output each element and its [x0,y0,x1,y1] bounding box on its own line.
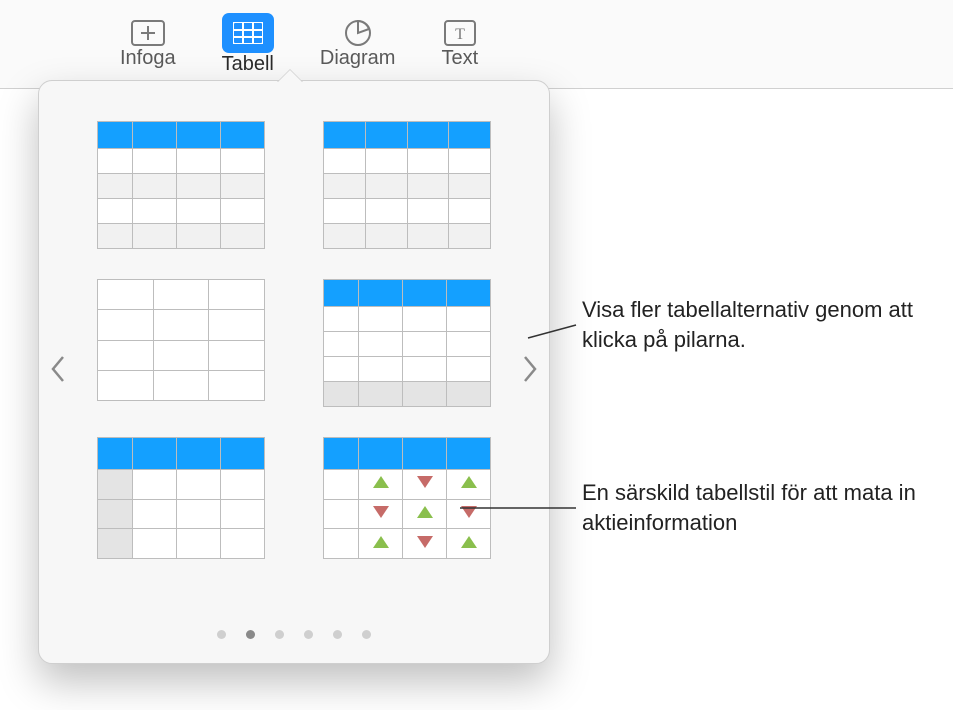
stock-down-icon [373,506,389,518]
stock-down-icon [417,536,433,548]
table-icon [222,13,274,53]
table-style-grid [97,121,491,559]
page-dot-6[interactable] [362,630,371,639]
svg-text:T: T [455,26,465,43]
stock-up-icon [461,536,477,548]
tool-chart-label: Diagram [320,47,396,70]
callout-stock: En särskild tabellstil för att mata in a… [582,478,932,537]
table-style-header-grayblocks[interactable] [97,437,265,559]
tool-table-label: Tabell [222,53,274,76]
stock-up-icon [417,506,433,518]
tool-text[interactable]: T Text [441,19,478,70]
page-dot-3[interactable] [275,630,284,639]
page-dot-5[interactable] [333,630,342,639]
table-style-popover [38,80,550,664]
prev-page-arrow[interactable] [45,352,71,392]
tool-chart[interactable]: Diagram [320,19,396,70]
chart-icon [340,19,376,47]
stock-up-icon [461,476,477,488]
page-dot-2[interactable] [246,630,255,639]
table-style-plain[interactable] [97,279,265,401]
insert-icon [130,19,166,47]
tool-insert-label: Infoga [120,47,176,70]
text-icon: T [442,19,478,47]
chevron-left-icon [50,355,66,390]
stock-up-icon [373,536,389,548]
table-style-header-firstcol-footer[interactable] [323,279,491,401]
tool-table[interactable]: Tabell [222,13,274,76]
tool-insert[interactable]: Infoga [120,19,176,70]
stock-down-icon [417,476,433,488]
table-style-stock[interactable] [323,437,491,559]
page-dot-4[interactable] [304,630,313,639]
tool-text-label: Text [441,47,478,70]
stock-up-icon [373,476,389,488]
next-page-arrow[interactable] [517,352,543,392]
stock-down-icon [461,506,477,518]
callout-arrows: Visa fler tabellalternativ genom att kli… [582,295,932,354]
table-style-header-firstcol[interactable] [97,121,265,243]
page-dots [39,630,549,639]
toolbar: Infoga Tabell Diagram T Text [0,0,953,89]
chevron-right-icon [522,355,538,390]
page-dot-1[interactable] [217,630,226,639]
table-style-header-altrows[interactable] [323,121,491,243]
